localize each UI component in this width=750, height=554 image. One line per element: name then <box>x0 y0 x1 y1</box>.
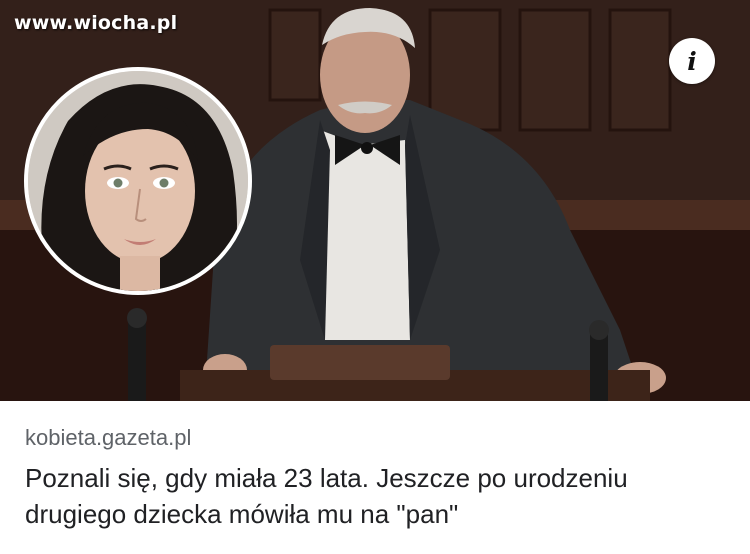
inset-portrait <box>24 67 252 295</box>
watermark: www.wiocha.pl <box>14 12 178 34</box>
article-headline[interactable]: Poznali się, gdy miała 23 lata. Jeszcze … <box>25 460 725 532</box>
news-card[interactable]: www.wiocha.pl i kobieta.gazeta.pl Poznal… <box>0 0 750 554</box>
info-icon: i <box>687 46 697 76</box>
article-image[interactable]: www.wiocha.pl i <box>0 0 750 401</box>
woman-portrait-image <box>28 71 248 291</box>
article-source[interactable]: kobieta.gazeta.pl <box>25 425 191 451</box>
info-button[interactable]: i <box>669 38 715 84</box>
